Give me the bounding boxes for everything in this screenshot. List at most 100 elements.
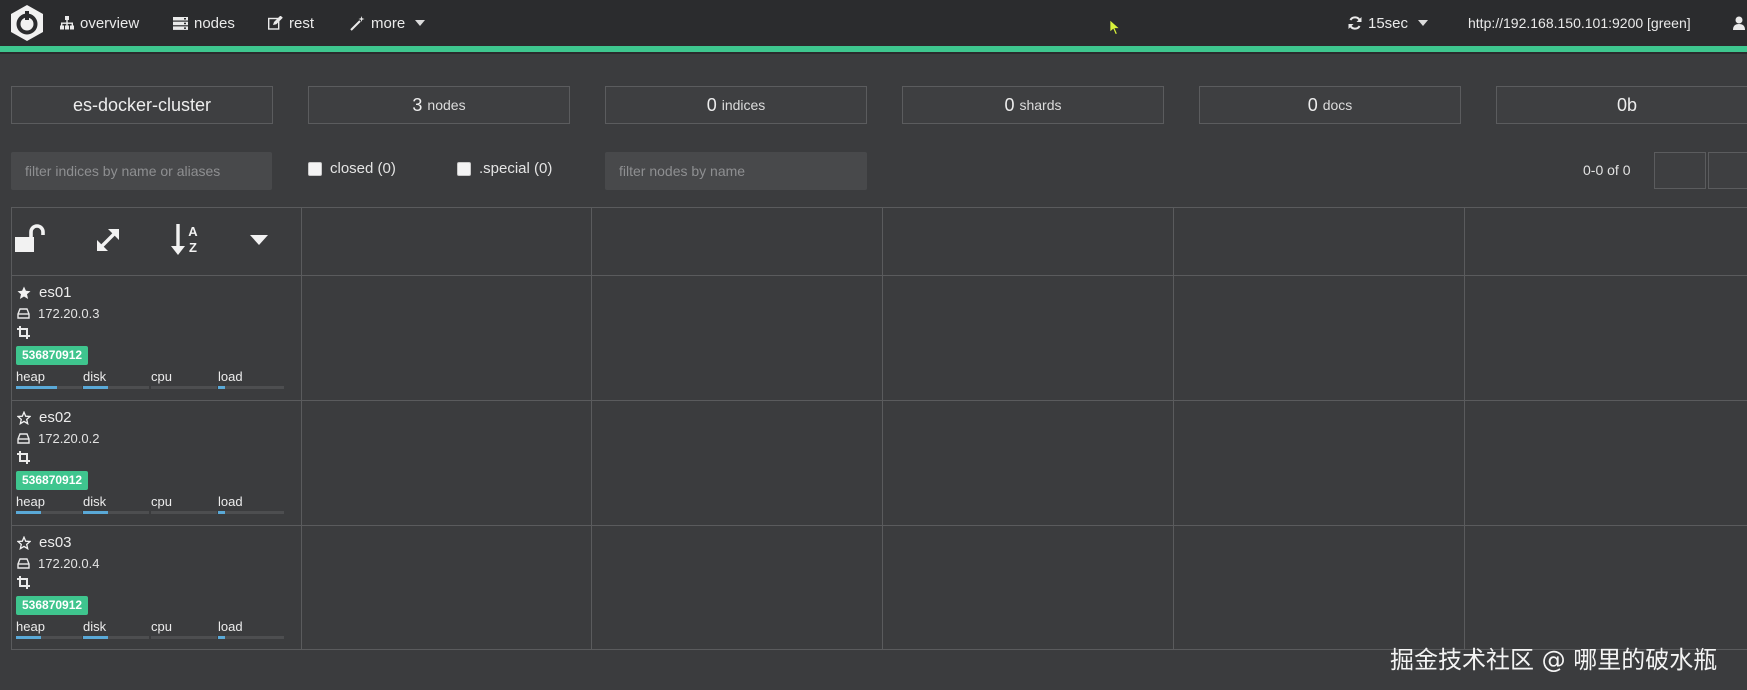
crop-icon[interactable] [17,326,30,339]
crop-icon[interactable] [17,451,30,464]
metric-bar [83,386,149,389]
heap-metric: heap [16,618,82,639]
grid-line [1464,207,1465,650]
server-icon [173,16,188,30]
cluster-url[interactable]: http://192.168.150.101:9200 [green] [1468,0,1691,46]
metric-label: cpu [151,494,172,509]
nav-overview-label: overview [80,14,140,32]
grid-line [1173,207,1174,650]
grid-line [301,207,302,650]
cluster-url-label: http://192.168.150.101:9200 [green] [1468,15,1691,31]
metric-bar-fill [16,386,57,389]
load-metric: load [218,618,284,639]
expand-icon[interactable] [94,226,122,254]
sort-alpha-icon[interactable]: A Z [171,222,205,258]
metric-bar [151,636,217,639]
load-metric: load [218,368,284,389]
svg-text:A: A [188,224,198,239]
metric-label: disk [83,494,107,509]
hdd-icon [17,433,30,444]
unlock-icon[interactable] [13,224,47,254]
metric-label: cpu [151,369,172,384]
chevron-down-icon [1418,20,1429,26]
nav-rest[interactable]: rest [268,0,314,46]
node-attrs-line [17,326,30,339]
node-attrs-line [17,451,30,464]
top-navbar: overview nodes rest more 15sec http://19… [0,0,1747,52]
grid-line [882,207,883,650]
nav-more-dropdown[interactable]: more [350,0,426,46]
next-page-button[interactable] [1708,152,1747,189]
metric-label: load [218,494,243,509]
closed-checkbox-box[interactable] [308,161,322,176]
cluster-overview-grid: A Z es01 172.20.0.3 536870912 heap disk … [11,207,1747,650]
metric-bar-fill [218,636,225,639]
metric-bar [218,511,284,514]
nav-overview[interactable]: overview [60,0,139,46]
metric-bar [218,636,284,639]
size-value: 0b [1616,94,1638,115]
previous-page-button[interactable] [1654,152,1706,189]
metric-bar-fill [218,386,225,389]
node-heap-badge: 536870912 [16,471,89,490]
dropdown-caret-icon[interactable] [249,234,269,246]
special-checkbox-label: .special (0) [479,160,553,177]
grid-line [591,207,592,650]
node-ip-line: 172.20.0.3 [17,306,99,321]
closed-checkbox-label: closed (0) [330,160,396,177]
cluster-name-box: es-docker-cluster [11,86,273,124]
node-heap-badge: 536870912 [16,596,89,615]
special-checkbox-box[interactable] [457,161,471,176]
indices-count-box: 0 indices [605,86,867,124]
node-name-line[interactable]: es01 [17,284,72,301]
disk-metric: disk [83,493,149,514]
filter-indices-input[interactable] [11,152,272,190]
shards-count-box: 0 shards [902,86,1164,124]
filter-nodes-input[interactable] [605,152,867,190]
refresh-interval-dropdown[interactable]: 15sec [1348,0,1429,46]
node-name: es02 [39,409,72,426]
cluster-name: es-docker-cluster [72,94,212,115]
metric-label: load [218,369,243,384]
metric-bar [218,386,284,389]
metric-bar [83,636,149,639]
wand-icon [350,15,365,31]
docs-count: 0 [1307,94,1318,115]
node-name-line[interactable]: es02 [17,409,72,426]
sitemap-icon [60,16,74,30]
metric-bar-fill [218,511,225,514]
user-menu[interactable] [1733,0,1745,46]
nav-more-label: more [371,14,406,32]
hdd-icon [17,308,30,319]
star-outline-icon [17,535,31,550]
cerebro-logo-icon[interactable] [8,4,46,42]
docs-count-label: docs [1322,97,1353,113]
metric-label: heap [16,369,45,384]
disk-metric: disk [83,618,149,639]
nodes-count-box: 3 nodes [308,86,570,124]
mouse-cursor-icon [1110,20,1121,35]
refresh-icon [1348,16,1362,30]
node-name-line[interactable]: es03 [17,534,72,551]
node-row-es02: es02 172.20.0.2 536870912 heap disk cpu [11,401,301,525]
pagination-text: 0-0 of 0 [1583,162,1631,178]
refresh-interval-label: 15sec [1368,14,1409,32]
metric-bar-fill [16,636,42,639]
metric-bar [151,511,217,514]
indices-count-label: indices [721,97,766,113]
special-checkbox[interactable]: .special (0) [457,160,552,177]
hdd-icon [17,558,30,569]
nav-nodes[interactable]: nodes [173,0,235,46]
metric-bar [16,636,82,639]
node-ip: 172.20.0.3 [38,306,100,321]
closed-checkbox[interactable]: closed (0) [308,160,396,177]
docs-count-box: 0 docs [1199,86,1461,124]
node-name: es03 [39,534,72,551]
watermark-text: 掘金技术社区 @ 哪里的破水瓶 [1390,646,1718,674]
node-heap-badge: 536870912 [16,346,89,365]
metric-bar [16,511,82,514]
load-metric: load [218,493,284,514]
grid-header-tools: A Z [11,207,301,275]
crop-icon[interactable] [17,576,30,589]
cpu-metric: cpu [151,368,217,389]
